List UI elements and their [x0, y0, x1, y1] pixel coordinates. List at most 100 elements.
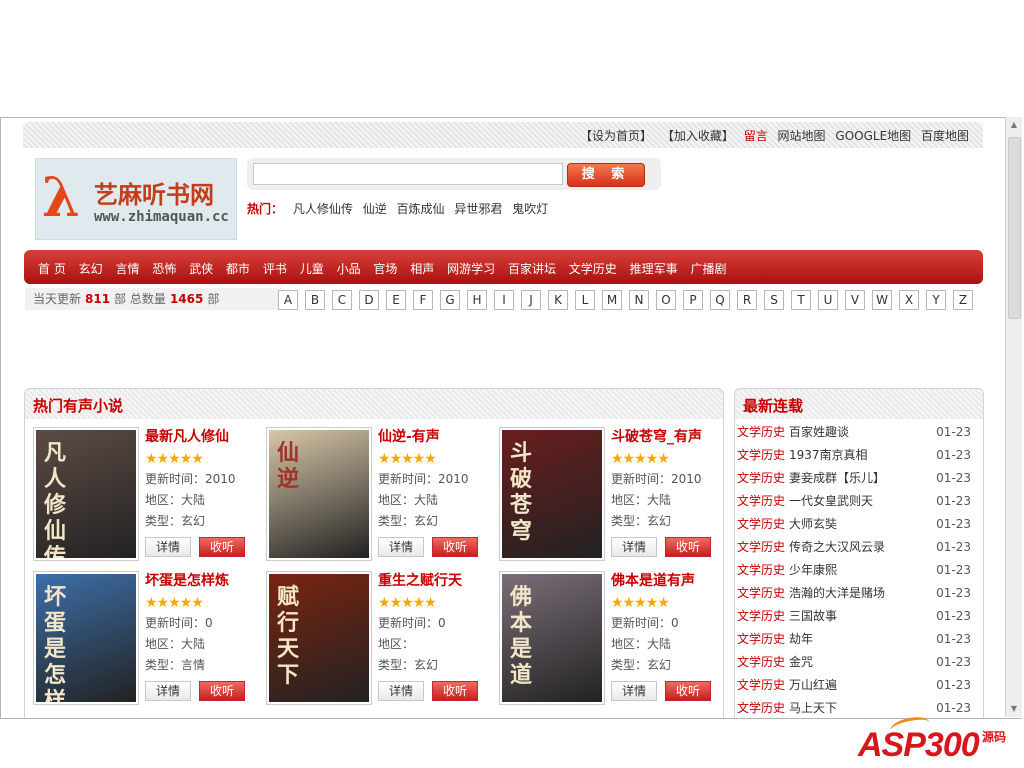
letter-index-item[interactable]: O — [656, 290, 676, 310]
set-homepage-link[interactable]: 【设为首页】 — [580, 129, 652, 143]
search-input[interactable] — [253, 163, 563, 185]
book-cover[interactable]: 凡人修仙传 — [33, 427, 139, 561]
letter-index-item[interactable]: L — [575, 290, 595, 310]
serial-name[interactable]: 万山红遍 — [789, 678, 837, 692]
book-title[interactable]: 最新凡人修仙 — [145, 427, 259, 447]
serial-category[interactable]: 文学历史 — [737, 425, 785, 439]
letter-index-item[interactable]: X — [899, 290, 919, 310]
serial-category[interactable]: 文学历史 — [737, 586, 785, 600]
letter-index-item[interactable]: Q — [710, 290, 730, 310]
guestbook-link[interactable]: 留言 — [744, 129, 768, 143]
serial-name[interactable]: 大师玄奘 — [789, 517, 837, 531]
letter-index-item[interactable]: H — [467, 290, 487, 310]
nav-item-xuanhuan[interactable]: 玄幻 — [79, 262, 103, 276]
serial-name[interactable]: 劫年 — [789, 632, 813, 646]
serial-category[interactable]: 文学历史 — [737, 609, 785, 623]
nav-item-guangboju[interactable]: 广播剧 — [690, 262, 726, 276]
listen-button[interactable]: 收听 — [665, 537, 711, 557]
serial-category[interactable]: 文学历史 — [737, 701, 785, 715]
hot-keyword[interactable]: 鬼吹灯 — [512, 202, 548, 216]
nav-item-yanqing[interactable]: 言情 — [116, 262, 140, 276]
serial-name[interactable]: 1937南京真相 — [789, 448, 868, 462]
serial-name[interactable]: 金咒 — [789, 655, 813, 669]
nav-item-xiaopin[interactable]: 小品 — [337, 262, 361, 276]
vertical-scrollbar[interactable]: ▲ ▼ — [1005, 117, 1022, 717]
serial-name[interactable]: 马上天下 — [789, 701, 837, 715]
book-title[interactable]: 坏蛋是怎样炼 — [145, 571, 259, 591]
letter-index-item[interactable]: G — [440, 290, 460, 310]
baidu-map-link[interactable]: 百度地图 — [921, 129, 969, 143]
book-title[interactable]: 仙逆-有声 — [378, 427, 492, 447]
nav-item-wuxia[interactable]: 武侠 — [189, 262, 213, 276]
letter-index-item[interactable]: C — [332, 290, 352, 310]
listen-button[interactable]: 收听 — [199, 681, 245, 701]
serial-name[interactable]: 浩瀚的大洋是赌场 — [789, 586, 885, 600]
nav-item-xiangsheng[interactable]: 相声 — [410, 262, 434, 276]
listen-button[interactable]: 收听 — [199, 537, 245, 557]
add-favorite-link[interactable]: 【加入收藏】 — [662, 129, 734, 143]
detail-button[interactable]: 详情 — [378, 537, 424, 557]
letter-index-item[interactable]: P — [683, 290, 703, 310]
detail-button[interactable]: 详情 — [378, 681, 424, 701]
scroll-up-icon[interactable]: ▲ — [1006, 117, 1022, 133]
letter-index-item[interactable]: A — [278, 290, 298, 310]
serial-category[interactable]: 文学历史 — [737, 655, 785, 669]
listen-button[interactable]: 收听 — [665, 681, 711, 701]
letter-index-item[interactable]: M — [602, 290, 622, 310]
nav-item-tuili[interactable]: 推理军事 — [630, 262, 678, 276]
letter-index-item[interactable]: I — [494, 290, 514, 310]
serial-category[interactable]: 文学历史 — [737, 517, 785, 531]
letter-index-item[interactable]: B — [305, 290, 325, 310]
scroll-thumb[interactable] — [1008, 137, 1021, 319]
book-cover[interactable]: 斗破苍穹 — [499, 427, 605, 561]
nav-item-wangyou[interactable]: 网游学习 — [447, 262, 495, 276]
book-title[interactable]: 佛本是道有声 — [611, 571, 723, 591]
letter-index-item[interactable]: V — [845, 290, 865, 310]
serial-name[interactable]: 少年康熙 — [789, 563, 837, 577]
nav-item-wenxue[interactable]: 文学历史 — [569, 262, 617, 276]
hot-keyword[interactable]: 凡人修仙传 — [293, 202, 353, 216]
google-map-link[interactable]: GOOGLE地图 — [835, 129, 911, 143]
detail-button[interactable]: 详情 — [611, 537, 657, 557]
serial-category[interactable]: 文学历史 — [737, 563, 785, 577]
listen-button[interactable]: 收听 — [432, 537, 478, 557]
serial-category[interactable]: 文学历史 — [737, 678, 785, 692]
hot-keyword[interactable]: 异世邪君 — [454, 202, 502, 216]
book-cover[interactable]: 佛本是道 — [499, 571, 605, 705]
nav-item-home[interactable]: 首 页 — [38, 262, 66, 276]
nav-item-pingshu[interactable]: 评书 — [263, 262, 287, 276]
letter-index-item[interactable]: J — [521, 290, 541, 310]
book-cover[interactable]: 赋行天下 — [266, 571, 372, 705]
letter-index-item[interactable]: N — [629, 290, 649, 310]
letter-index-item[interactable]: Y — [926, 290, 946, 310]
letter-index-item[interactable]: F — [413, 290, 433, 310]
letter-index-item[interactable]: R — [737, 290, 757, 310]
detail-button[interactable]: 详情 — [145, 537, 191, 557]
detail-button[interactable]: 详情 — [145, 681, 191, 701]
nav-item-ertong[interactable]: 儿童 — [300, 262, 324, 276]
hot-keyword[interactable]: 百炼成仙 — [397, 202, 445, 216]
serial-name[interactable]: 妻妾成群【乐儿】 — [789, 471, 885, 485]
book-cover[interactable]: 坏蛋是怎样炼成 — [33, 571, 139, 705]
letter-index-item[interactable]: U — [818, 290, 838, 310]
letter-index-item[interactable]: K — [548, 290, 568, 310]
serial-category[interactable]: 文学历史 — [737, 471, 785, 485]
scroll-down-icon[interactable]: ▼ — [1006, 701, 1022, 717]
book-title[interactable]: 斗破苍穹_有声 — [611, 427, 723, 447]
nav-item-baijia[interactable]: 百家讲坛 — [508, 262, 556, 276]
book-title[interactable]: 重生之赋行天 — [378, 571, 492, 591]
serial-name[interactable]: 百家姓趣谈 — [789, 425, 849, 439]
nav-item-guanchang[interactable]: 官场 — [373, 262, 397, 276]
serial-name[interactable]: 一代女皇武则天 — [789, 494, 873, 508]
detail-button[interactable]: 详情 — [611, 681, 657, 701]
letter-index-item[interactable]: T — [791, 290, 811, 310]
letter-index-item[interactable]: D — [359, 290, 379, 310]
nav-item-dushi[interactable]: 都市 — [226, 262, 250, 276]
serial-name[interactable]: 三国故事 — [789, 609, 837, 623]
serial-name[interactable]: 传奇之大汉风云录 — [789, 540, 885, 554]
serial-category[interactable]: 文学历史 — [737, 540, 785, 554]
listen-button[interactable]: 收听 — [432, 681, 478, 701]
serial-category[interactable]: 文学历史 — [737, 448, 785, 462]
site-logo[interactable]: λ 艺麻听书网 www.zhimaquan.cc — [35, 158, 237, 240]
letter-index-item[interactable]: S — [764, 290, 784, 310]
